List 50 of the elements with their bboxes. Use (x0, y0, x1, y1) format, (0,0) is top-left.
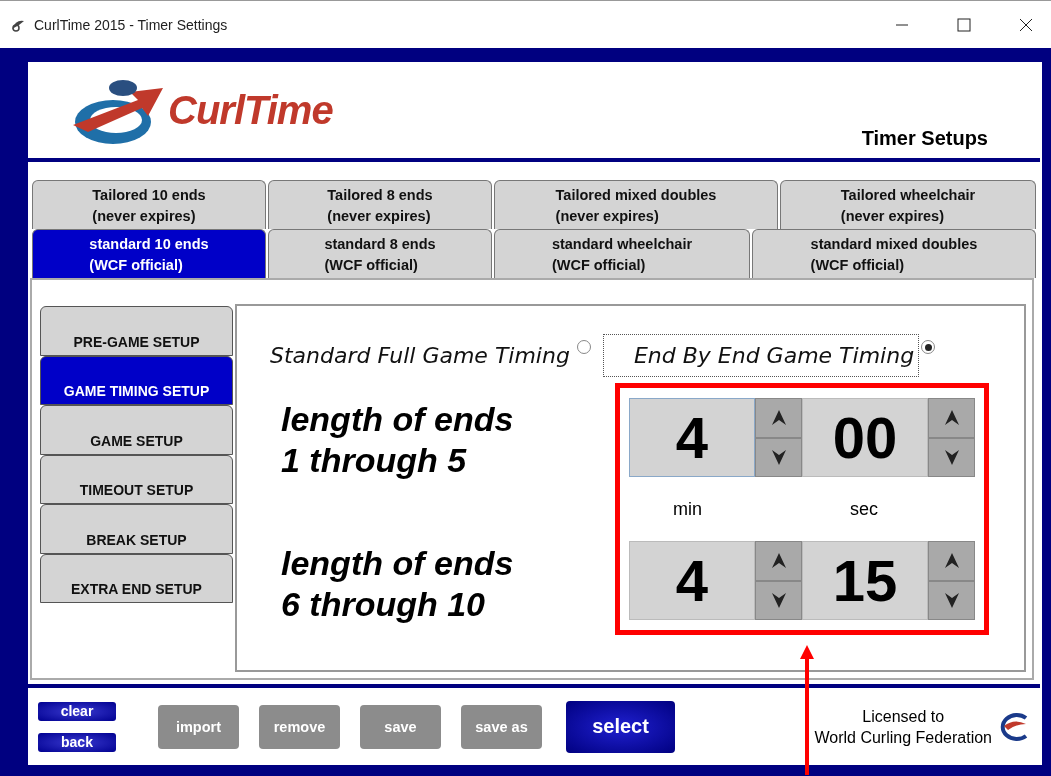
unit-label: min (672, 498, 703, 520)
up-arrow-icon (769, 551, 788, 570)
preset-tab[interactable]: Tailored wheelchair (never expires) (780, 180, 1036, 229)
decrement-button[interactable] (755, 437, 802, 477)
radio-button[interactable] (921, 340, 936, 354)
increment-button[interactable] (928, 541, 975, 581)
option-label[interactable]: Standard Full Game Timing (265, 334, 575, 377)
up-arrow-icon (942, 408, 961, 427)
radio-button[interactable] (576, 340, 591, 354)
increment-button[interactable] (755, 398, 802, 438)
header-title: Timer Setups (861, 127, 988, 150)
minutes-field[interactable]: 4 (629, 541, 755, 620)
preset-tab[interactable]: Tailored mixed doubles (never expires) (494, 180, 778, 229)
close-icon[interactable] (1019, 17, 1033, 32)
ends-label: length of ends 1 through 5 (280, 399, 515, 481)
maximize-icon[interactable] (957, 17, 971, 32)
preset-tab[interactable]: Tailored 10 ends (never expires) (32, 180, 266, 229)
minutes-field[interactable]: 4 (629, 398, 755, 477)
preset-tab[interactable]: standard 8 ends (WCF official) (268, 229, 492, 278)
decrement-button[interactable] (755, 580, 802, 620)
decrement-button[interactable] (928, 580, 975, 620)
preset-tab[interactable]: standard 10 ends (WCF official) (32, 229, 266, 278)
logo-text: CurlTime (168, 87, 333, 133)
increment-button[interactable] (755, 541, 802, 581)
option-label[interactable]: End By End Game Timing (602, 334, 920, 377)
menu-button[interactable]: TIMEOUT SETUP (40, 454, 233, 504)
down-arrow-icon (769, 448, 788, 467)
seconds-field[interactable]: 00 (802, 398, 928, 477)
unit-label: sec (849, 498, 879, 520)
down-arrow-icon (942, 591, 961, 610)
menu-button[interactable]: GAME TIMING SETUP (40, 355, 233, 405)
menu-button[interactable]: GAME SETUP (40, 405, 233, 455)
menu-button[interactable]: BREAK SETUP (40, 504, 233, 554)
small-button[interactable]: clear (38, 701, 116, 721)
seconds-field[interactable]: 15 (802, 541, 928, 620)
preset-tab[interactable]: standard mixed doubles (WCF official) (752, 229, 1036, 278)
select-button[interactable]: select (566, 700, 675, 753)
decrement-button[interactable] (928, 437, 975, 477)
preset-tab[interactable]: Tailored 8 ends (never expires) (268, 180, 492, 229)
menu-button[interactable]: PRE-GAME SETUP (40, 306, 233, 356)
down-arrow-icon (769, 591, 788, 610)
window-title: CurlTime 2015 - Timer Settings (34, 16, 229, 33)
down-arrow-icon (942, 448, 961, 467)
small-button[interactable]: back (38, 732, 116, 752)
preset-tab[interactable]: standard wheelchair (WCF official) (494, 229, 750, 278)
menu-button[interactable]: EXTRA END SETUP (40, 553, 233, 603)
up-arrow-icon (942, 551, 961, 570)
up-arrow-icon (769, 408, 788, 427)
ends-label: length of ends 6 through 10 (280, 543, 515, 625)
increment-button[interactable] (928, 398, 975, 438)
